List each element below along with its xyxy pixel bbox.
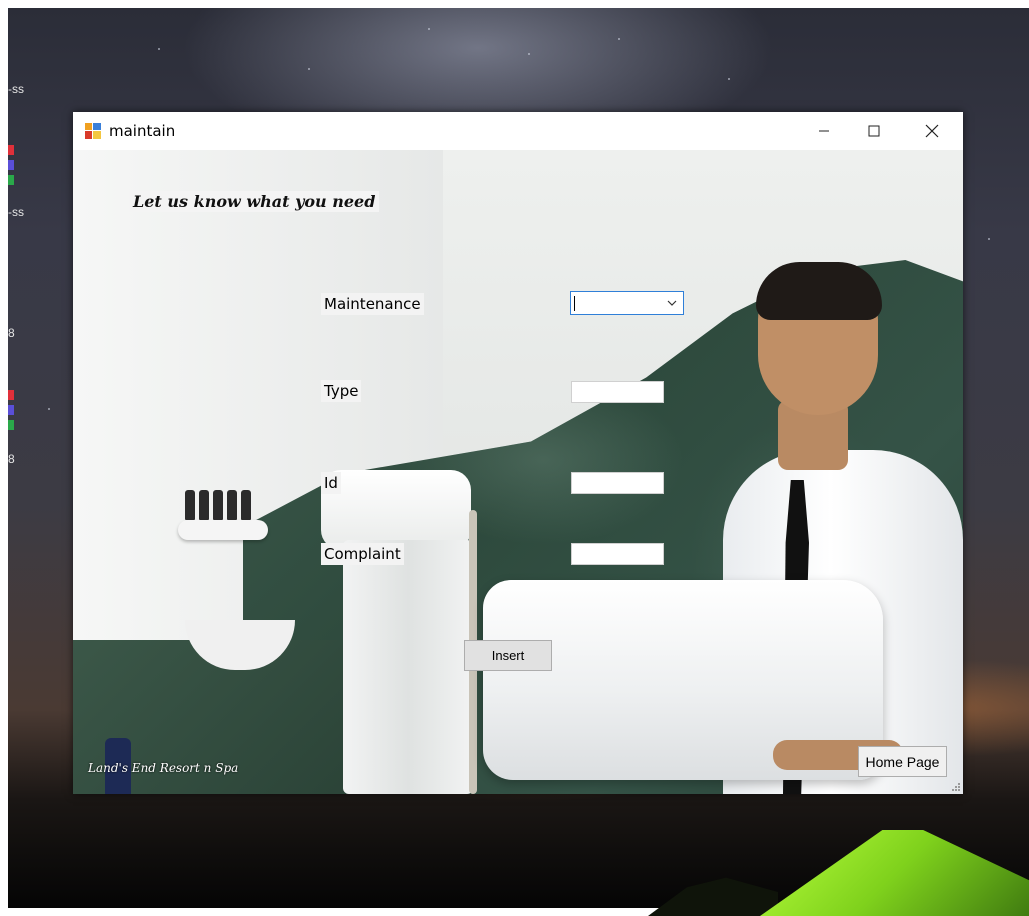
star <box>308 68 310 70</box>
desktop-icon-chip <box>8 145 14 155</box>
id-input[interactable] <box>571 472 664 494</box>
star <box>618 38 620 40</box>
complaint-input[interactable] <box>571 543 664 565</box>
desktop-icon-label[interactable]: 8 <box>8 326 15 340</box>
type-label: Type <box>321 380 362 402</box>
background-photo-towel <box>343 540 473 794</box>
background-photo-bottle <box>185 490 195 520</box>
background-photo-bottle <box>213 490 223 520</box>
tree-silhouette <box>648 877 778 916</box>
desktop-icon-chip <box>8 405 14 415</box>
type-input[interactable] <box>571 381 664 403</box>
background-photo-towel <box>321 470 471 550</box>
star <box>728 78 730 80</box>
complaint-label: Complaint <box>321 543 404 565</box>
background-photo-shelf <box>178 520 268 540</box>
window-title: maintain <box>109 122 176 140</box>
app-window-icon <box>85 123 101 139</box>
insert-button[interactable]: Insert <box>464 640 552 671</box>
star <box>988 238 990 240</box>
maintenance-label: Maintenance <box>321 293 424 315</box>
text-caret <box>574 296 575 311</box>
close-icon <box>925 124 939 138</box>
close-button[interactable] <box>909 112 955 150</box>
maximize-button[interactable] <box>851 112 897 150</box>
star <box>48 408 50 410</box>
minimize-icon <box>819 130 829 132</box>
maximize-icon <box>868 125 880 137</box>
desktop-icon-chip <box>8 160 14 170</box>
desktop-icon-label[interactable]: 8 <box>8 452 15 466</box>
home-page-button[interactable]: Home Page <box>858 746 947 777</box>
star <box>528 53 530 55</box>
desktop-icon-chip <box>8 420 14 430</box>
maintenance-combobox[interactable] <box>570 291 684 315</box>
id-label: Id <box>321 472 341 494</box>
form-heading: Let us know what you need <box>129 191 380 212</box>
background-photo-bottle <box>199 490 209 520</box>
desktop-icon-chip <box>8 175 14 185</box>
title-bar[interactable]: maintain <box>73 112 963 150</box>
resize-grip-icon[interactable] <box>951 782 961 792</box>
background-photo-bottle <box>227 490 237 520</box>
minimize-button[interactable] <box>801 112 847 150</box>
background-photo-bottle <box>241 490 251 520</box>
desktop-icon-label[interactable]: -ss <box>8 205 24 219</box>
brand-watermark: Land's End Resort n Spa <box>88 761 239 775</box>
chevron-down-icon[interactable] <box>667 298 677 308</box>
desktop-icon-label[interactable]: -ss <box>8 82 24 96</box>
star <box>158 48 160 50</box>
tent-illustration <box>760 830 1029 916</box>
star <box>428 28 430 30</box>
maintain-window: maintain Let us know what you need Maint… <box>73 112 963 794</box>
desktop-icon-chip <box>8 390 14 400</box>
form-client-area: Let us know what you need Maintenance Ty… <box>73 150 963 794</box>
background-photo-person <box>756 262 882 320</box>
